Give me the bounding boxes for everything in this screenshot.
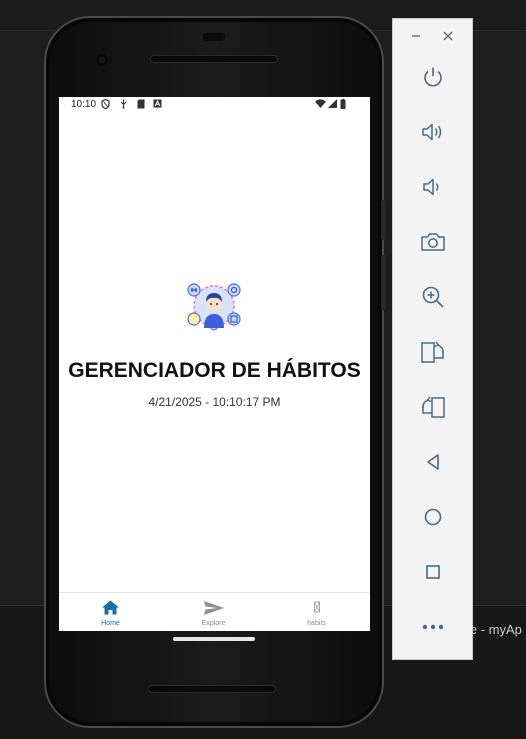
emulator-toolbar xyxy=(392,18,473,660)
tab-explore[interactable]: Explore xyxy=(162,593,265,631)
gesture-home-pill[interactable] xyxy=(173,637,255,641)
more-icon[interactable] xyxy=(413,609,453,645)
phone-top-slot xyxy=(203,33,225,41)
phone-side-button-volume[interactable] xyxy=(381,255,386,310)
signal-icon xyxy=(328,99,337,108)
power-icon[interactable] xyxy=(413,59,453,95)
close-icon[interactable] xyxy=(439,27,457,45)
phone-earpiece xyxy=(150,55,278,63)
ide-panel-text: le - myAp xyxy=(467,622,522,637)
phone-screen: 10:10 GERENCIADOR DE HÁBITOS 4/21/2025 -… xyxy=(59,97,370,631)
placeholder-icon xyxy=(265,599,368,617)
font-a-icon xyxy=(153,99,162,108)
back-icon[interactable] xyxy=(413,444,453,480)
status-time: 10:10 xyxy=(71,99,97,110)
sd-card-icon xyxy=(137,99,145,109)
phone-side-button-power[interactable] xyxy=(381,200,386,240)
send-icon xyxy=(162,599,265,617)
rotate-left-icon[interactable] xyxy=(413,334,453,370)
overview-icon[interactable] xyxy=(413,554,453,590)
tab-home[interactable]: Home xyxy=(59,593,162,631)
status-bar: 10:10 xyxy=(59,97,370,112)
app-logo-icon xyxy=(184,281,244,331)
minimize-icon[interactable] xyxy=(407,27,425,45)
tab-home-label: Home xyxy=(101,620,120,627)
current-datetime: 4/21/2025 - 10:10:17 PM xyxy=(148,395,281,409)
volume-up-icon[interactable] xyxy=(413,114,453,150)
battery-icon xyxy=(340,99,346,109)
home-icon xyxy=(59,599,162,617)
tab-explore-label: Explore xyxy=(201,620,226,627)
volume-down-icon[interactable] xyxy=(413,169,453,205)
rotate-right-icon[interactable] xyxy=(413,389,453,425)
tab-habits[interactable]: habits xyxy=(265,593,368,631)
usb-icon xyxy=(120,99,127,109)
phone-bottom-speaker xyxy=(148,685,276,693)
camera-icon[interactable] xyxy=(413,224,453,260)
page-title: GERENCIADOR DE HÁBITOS xyxy=(68,359,361,382)
bottom-tab-bar: Home Explore habits xyxy=(59,592,370,631)
zoom-icon[interactable] xyxy=(413,279,453,315)
shield-icon xyxy=(101,99,110,109)
home-icon[interactable] xyxy=(413,499,453,535)
front-camera xyxy=(96,54,108,66)
wifi-icon xyxy=(315,99,326,108)
tab-habits-label: habits xyxy=(307,620,326,627)
